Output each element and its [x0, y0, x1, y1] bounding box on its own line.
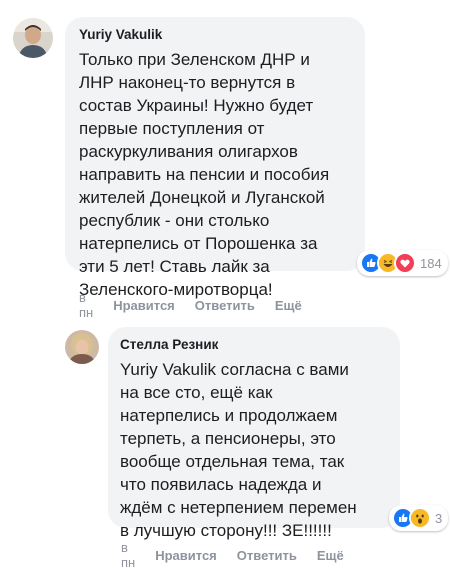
reply-button[interactable]: Ответить: [195, 298, 255, 313]
comment-actions: в пн Нравится Ответить Ещё: [121, 540, 344, 570]
timestamp[interactable]: в пн: [79, 290, 93, 320]
avatar[interactable]: [13, 18, 53, 58]
like-button[interactable]: Нравится: [155, 548, 217, 563]
like-button[interactable]: Нравится: [113, 298, 175, 313]
comment-bubble: Стелла Резник Yuriy Vakulik согласна с в…: [108, 327, 400, 540]
more-button[interactable]: Ещё: [275, 298, 302, 313]
reaction-summary[interactable]: 184: [357, 250, 448, 276]
reaction-count: 184: [420, 255, 442, 271]
comment-actions: в пн Нравится Ответить Ещё: [79, 290, 302, 320]
wow-icon: [409, 507, 431, 529]
comment-bubble: Yuriy Vakulik Только при Зеленском ДНР и…: [65, 17, 365, 299]
reaction-summary[interactable]: 3: [389, 505, 449, 531]
reaction-count: 3: [435, 510, 443, 526]
comment-author[interactable]: Стелла Резник: [120, 337, 388, 352]
reply-button[interactable]: Ответить: [237, 548, 297, 563]
timestamp[interactable]: в пн: [121, 540, 135, 570]
more-button[interactable]: Ещё: [317, 548, 344, 563]
comment-author[interactable]: Yuriy Vakulik: [79, 27, 351, 42]
avatar[interactable]: [65, 330, 99, 364]
comment-text: Только при Зеленском ДНР и ЛНР наконец-т…: [79, 50, 330, 299]
love-icon: [394, 252, 416, 274]
comment-text: Yuriy Vakulik согласна с вами на все сто…: [120, 360, 357, 540]
